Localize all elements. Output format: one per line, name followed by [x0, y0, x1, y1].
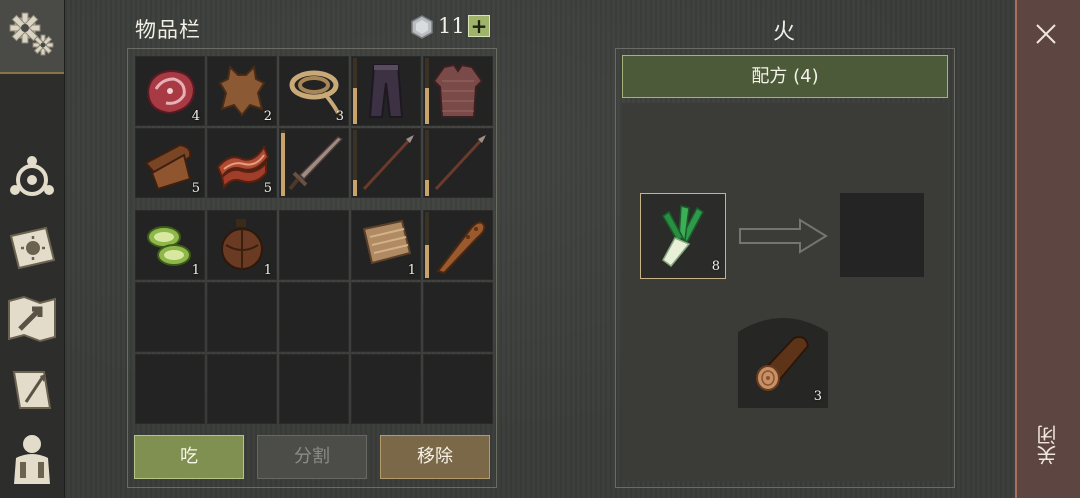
recipe-area — [622, 103, 948, 481]
inventory-slot[interactable] — [351, 56, 421, 126]
inventory-slot[interactable]: 1 — [351, 210, 421, 280]
sidebar — [0, 0, 65, 498]
inventory-slot[interactable]: 5 — [135, 128, 205, 198]
inventory-slot[interactable] — [423, 354, 493, 424]
close-icon[interactable] — [1034, 22, 1058, 46]
inventory-slot[interactable] — [279, 354, 349, 424]
inventory-slot[interactable] — [207, 354, 277, 424]
recipes-button[interactable]: 配方 (4) — [622, 55, 948, 98]
item-count: 1 — [263, 263, 272, 278]
inventory-slot[interactable] — [279, 128, 349, 198]
hex-gem-icon — [411, 15, 433, 39]
inventory-slot[interactable] — [207, 282, 277, 352]
inventory-slot[interactable]: 4 — [135, 56, 205, 126]
settings-button[interactable] — [0, 0, 64, 74]
item-count: 1 — [407, 263, 416, 278]
inventory-slot[interactable] — [279, 282, 349, 352]
split-button[interactable]: 分割 — [257, 435, 367, 479]
fire-title: 火 — [773, 20, 796, 45]
settings-gear-icon — [9, 12, 54, 56]
inventory-slot[interactable] — [135, 282, 205, 352]
spear-icon — [434, 135, 486, 191]
wooden-club-icon — [436, 221, 486, 275]
inventory-grid-top: 4 2 3 5 5 — [135, 56, 493, 198]
inventory-slot[interactable]: 1 — [207, 210, 277, 280]
inventory-slot[interactable] — [135, 354, 205, 424]
inventory-slot[interactable] — [423, 128, 493, 198]
inventory-slot[interactable]: 1 — [135, 210, 205, 280]
leek-icon — [661, 205, 704, 268]
inventory-slot[interactable]: 2 — [207, 56, 277, 126]
item-count: 5 — [191, 181, 200, 196]
fuel-slot[interactable]: 3 — [738, 312, 828, 408]
skills-book-icon — [9, 226, 56, 270]
inventory-grid-bottom: 1 1 1 — [135, 210, 493, 424]
spear-icon — [362, 135, 414, 191]
remove-button[interactable]: 移除 — [380, 435, 490, 479]
ingredient-slot[interactable]: 8 — [640, 193, 726, 279]
sidebar-item-map[interactable] — [6, 293, 58, 345]
add-currency-button[interactable]: + — [468, 15, 490, 37]
item-count: 4 — [191, 109, 200, 124]
pants-icon — [368, 64, 404, 118]
item-count: 3 — [813, 389, 822, 404]
chainmail-icon — [432, 63, 484, 118]
close-panel[interactable] — [1015, 0, 1080, 498]
inventory-title: 物品栏 — [135, 18, 201, 42]
eat-button[interactable]: 吃 — [134, 435, 244, 479]
inventory-slot[interactable] — [423, 210, 493, 280]
character-icon — [14, 435, 50, 484]
item-count: 8 — [711, 259, 720, 274]
inventory-slot[interactable] — [351, 354, 421, 424]
map-icon — [8, 295, 56, 343]
sidebar-item-character[interactable] — [6, 432, 58, 484]
arrow-right-icon — [739, 218, 828, 254]
sidebar-item-skills[interactable] — [6, 222, 58, 274]
log-icon — [756, 336, 810, 391]
sidebar-item-crafting[interactable] — [6, 150, 58, 202]
result-slot[interactable] — [840, 193, 924, 277]
item-count: 1 — [191, 263, 200, 278]
inventory-slot[interactable] — [279, 210, 349, 280]
close-label[interactable]: 关闭 — [1033, 425, 1061, 465]
inventory-slot[interactable] — [351, 128, 421, 198]
item-count: 3 — [335, 109, 344, 124]
inventory-slot[interactable] — [423, 56, 493, 126]
item-count: 2 — [263, 109, 272, 124]
currency-count: 11 — [438, 14, 465, 38]
quest-scroll-icon — [12, 371, 52, 409]
item-count: 5 — [263, 181, 272, 196]
sword-icon — [288, 136, 344, 191]
inventory-slot[interactable] — [351, 282, 421, 352]
inventory-slot[interactable] — [423, 282, 493, 352]
sidebar-item-quests[interactable] — [6, 364, 58, 416]
inventory-slot[interactable]: 5 — [207, 128, 277, 198]
inventory-slot[interactable]: 3 — [279, 56, 349, 126]
crafting-icon — [10, 156, 54, 196]
